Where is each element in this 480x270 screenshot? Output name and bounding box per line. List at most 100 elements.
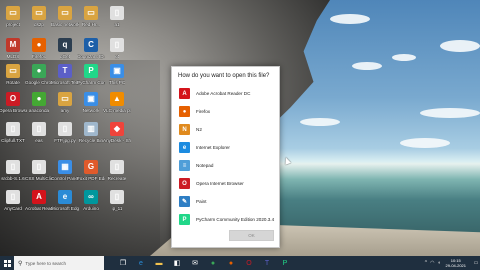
app-icon: ▦ (58, 160, 72, 174)
clock[interactable]: 10:15 29-04-2021 (446, 258, 466, 268)
desktop-icon[interactable]: ◆ AnyDesk - Shortcut (103, 122, 131, 143)
chrome-icon[interactable]: ● (206, 256, 220, 270)
app-icon: ▣ (110, 64, 124, 78)
desktop-icon[interactable]: ▯ x4 (104, 38, 130, 59)
app-option[interactable]: N N2 (179, 123, 202, 136)
desktop-icon[interactable]: ▭ Rotate (0, 64, 26, 85)
pinned-apps: ❐ e ▬ ◧ ✉ ● ● O T P (116, 256, 296, 270)
start-button[interactable] (0, 256, 14, 270)
app-option[interactable]: ✎ Paint (179, 195, 206, 208)
taskbar-search-box[interactable]: ⚲ Type here to search (14, 256, 104, 270)
app-icon: ▭ (58, 92, 72, 106)
firefox-icon: ● (179, 106, 190, 117)
desktop-icon[interactable]: T Microsoft Teams (51, 64, 79, 85)
desktop-icon[interactable]: ▣ This PC (104, 64, 130, 85)
app-icon: P (84, 64, 98, 78)
desktop-icon[interactable]: e Microsoft Edge (51, 190, 79, 211)
desktop-icon[interactable]: ● Google Chrome (25, 64, 53, 85)
app-icon: ▯ (32, 160, 46, 174)
desktop-icon[interactable]: O Opera Browser (0, 92, 27, 113)
ok-button[interactable]: OK (229, 230, 274, 241)
desktop-icon[interactable]: ▣ Network (78, 92, 104, 113)
desktop-icon[interactable]: ▯ ip_11 (104, 190, 130, 211)
desktop-icon[interactable]: ▭ amy (52, 92, 78, 113)
notification-icon[interactable]: ▭ (472, 256, 480, 270)
desktop-icon[interactable]: G Foxit PDF Editor (77, 160, 105, 181)
system-tray: ^ ◠ ◖ 10:15 29-04-2021 ▭ (425, 256, 480, 270)
app-icon: G (84, 160, 98, 174)
app-option[interactable]: P PyCharm Community Edition 2020.3.4 (179, 213, 274, 226)
app-icon: T (58, 64, 72, 78)
windows-logo-icon (3, 259, 11, 267)
desktop-icon[interactable]: ▭ project (0, 6, 26, 27)
desktop-icon-label: anaconda (28, 108, 50, 113)
teams-icon[interactable]: T (260, 256, 274, 270)
app-icon: ▯ (6, 122, 20, 136)
pycharm-icon[interactable]: P (278, 256, 292, 270)
desktop-icon-label: x4 (114, 54, 120, 59)
cloud (400, 138, 450, 148)
volume-icon[interactable]: ◖ (438, 260, 441, 266)
app-option[interactable]: A Adobe Acrobat Reader DC (179, 87, 250, 100)
desktop-icon[interactable]: A Acrobat Reader DC (25, 190, 53, 211)
desktop-icon-label: ds2p (34, 22, 44, 27)
app-option[interactable]: e Internet Explorer (179, 141, 230, 154)
pycharm-icon: P (179, 214, 190, 225)
app-icon: ▯ (32, 122, 46, 136)
desktop-icon[interactable]: ▯ AnyCard (0, 190, 26, 211)
desktop-icon-label: Arduino (83, 206, 99, 211)
cloud (330, 14, 370, 24)
desktop-icon[interactable]: ▯ CSS MultiClick (25, 160, 53, 181)
mail-icon[interactable]: ✉ (188, 256, 202, 270)
app-option-label: Opera Internet Browser (196, 181, 244, 186)
file-explorer-icon[interactable]: ▬ (152, 256, 166, 270)
app-icon: ● (32, 92, 46, 106)
app-icon: ▯ (6, 190, 20, 204)
firefox-icon[interactable]: ● (224, 256, 238, 270)
edge-icon[interactable]: e (134, 256, 148, 270)
desktop-icon-label: Microsoft Edge (51, 206, 79, 211)
desktop-icon[interactable]: ▯ Clipfull.TXT (0, 122, 26, 143)
desktop-icon-label: srcbb-S.1.6 (1, 176, 25, 181)
desktop-icon[interactable]: ▭ Basic network libr... (51, 6, 79, 27)
chevron-up-icon[interactable]: ^ (425, 260, 427, 266)
desktop-icon[interactable]: ▯ eas (26, 122, 52, 143)
desktop-icon[interactable]: P PyCharm Community (77, 64, 105, 85)
network-icon[interactable]: ◠ (430, 260, 434, 266)
app-option[interactable]: ● Firefox (179, 105, 210, 118)
desktop-icon[interactable]: ▭ Red Hr... (78, 6, 104, 27)
app-icon: e (58, 190, 72, 204)
opera-icon[interactable]: O (242, 256, 256, 270)
desktop-icon[interactable]: ▯ FTP.jpg.py (52, 122, 78, 143)
desktop-icon[interactable]: ▲ VLC media player (103, 92, 131, 113)
desktop-icon[interactable]: ▭ ds2p (26, 6, 52, 27)
app-option[interactable]: O Opera Internet Browser (179, 177, 244, 190)
desktop-icon-label: Red Hr... (81, 22, 101, 27)
cloud (420, 108, 480, 118)
app-icon: ▯ (110, 6, 124, 20)
desktop-icon[interactable]: C Cognizant ID & Sign (77, 38, 105, 59)
desktop-icon[interactable]: ▯ srcbb-S.1.6 (0, 160, 26, 181)
app-icon: q (58, 38, 72, 52)
desktop-icon[interactable]: ▥ Recycle Bin (78, 122, 104, 143)
app-option[interactable]: ≡ Notepad (179, 159, 213, 172)
desktop-icon[interactable]: M MLDS (0, 38, 26, 59)
desktop-icon[interactable]: q qGet (52, 38, 78, 59)
app-icon: ▯ (110, 38, 124, 52)
desktop-icon[interactable]: ▦ Control Panel (51, 160, 79, 181)
desktop-icon[interactable]: ▯ Recreate (104, 160, 130, 181)
desktop-icon[interactable]: ▯ a1 (104, 6, 130, 27)
desktop-icon-label: Network (82, 108, 100, 113)
desktop-icon[interactable]: ∞ Arduino (78, 190, 104, 211)
acrobat-icon: A (179, 88, 190, 99)
cloud (440, 40, 480, 52)
desktop-icon-label: Opera Browser (0, 108, 27, 113)
task-view-icon[interactable]: ❐ (116, 256, 130, 270)
desktop-icon-label: VLC media player (103, 108, 131, 113)
app-option-label: Firefox (196, 109, 211, 114)
desktop-icon-label: Basic network libr... (51, 22, 79, 27)
desktop-icon[interactable]: ● anaconda (26, 92, 52, 113)
desktop-icon[interactable]: ● Firefox (26, 38, 52, 59)
app-option-label: N2 (196, 127, 202, 132)
store-icon[interactable]: ◧ (170, 256, 184, 270)
